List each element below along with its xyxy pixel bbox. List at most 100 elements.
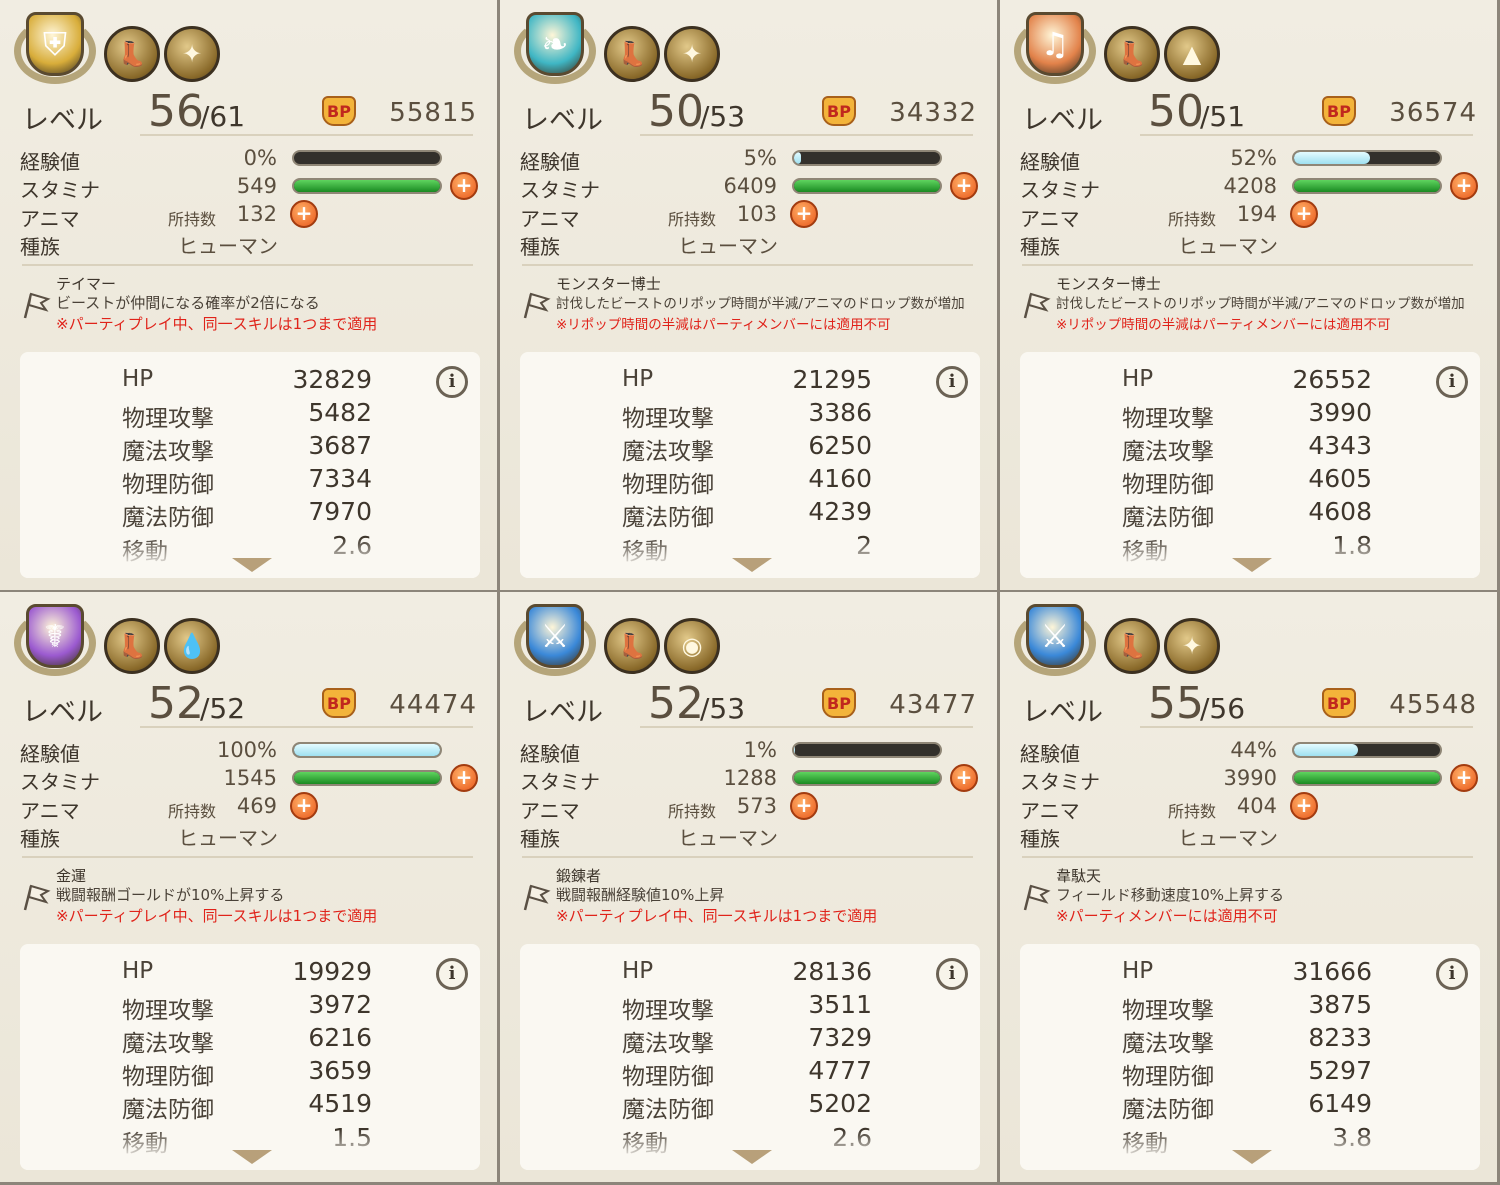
stats-box[interactable]: i HP 26552 物理攻撃 3990 魔法攻撃 4343 物理防御 4605 魔法防御 460… [1020,352,1480,578]
flag-icon [23,292,51,319]
compass-medal-icon[interactable]: ✦ [664,26,720,82]
chevron-down-icon[interactable] [232,1150,272,1164]
job-badge[interactable]: ⛨ [12,8,98,88]
chevron-down-icon[interactable] [1232,558,1272,572]
exp-bar [292,150,442,166]
stats-box[interactable]: i HP 28136 物理攻撃 3511 魔法攻撃 7329 物理防御 4777 魔法防御 520… [520,944,980,1170]
anima-plus-button[interactable]: + [290,792,318,820]
boot-icon[interactable]: 👢 [1104,618,1160,674]
stamina-plus-button[interactable]: + [950,764,978,792]
boot-icon[interactable]: 👢 [604,618,660,674]
sword-crest-icon: ⚔ [1026,604,1084,668]
stat-value: 8233 [1308,1023,1372,1052]
stamina-value: 4208 [1223,174,1277,198]
gold-helm-icon[interactable]: ▲ [1164,26,1220,82]
stats-box[interactable]: i HP 19929 物理攻撃 3972 魔法攻撃 6216 物理防御 3659 魔法防御 451… [20,944,480,1170]
stat-name: HP [1122,958,1154,984]
level-label: レベル [1022,697,1103,728]
level-label: レベル [1022,105,1103,136]
stat-value: 5297 [1308,1056,1372,1085]
stamina-plus-button[interactable]: + [950,172,978,200]
skill-name: 金運 [56,867,87,885]
battle-power-value: 44474 [389,690,477,720]
skill-name: モンスター博士 [1056,275,1161,293]
stat-name: 物理攻撃 [122,406,214,432]
race-value: ヒューマン [678,234,778,258]
anima-owned-value: 404 [1236,794,1277,818]
skill-note: ※パーティメンバーには適用不可 [1056,907,1278,925]
skill-note: ※パーティプレイ中、同一スキルは1つまで適用 [556,907,878,925]
level-max: /61 [200,100,246,133]
compass-medal-icon[interactable]: ✦ [164,26,220,82]
job-badge[interactable]: ⚔ [1012,600,1098,680]
stamina-bar-fill [294,180,440,192]
boot-icon[interactable]: 👢 [604,26,660,82]
anima-plus-button[interactable]: + [1290,792,1318,820]
job-badge[interactable]: ⚔ [512,600,598,680]
stat-name: 魔法攻撃 [1122,1031,1214,1057]
stat-name: 魔法攻撃 [122,1031,214,1057]
job-badge[interactable]: ❧ [512,8,598,88]
bp-icon: BP [322,688,356,718]
stats-box[interactable]: i HP 32829 物理攻撃 5482 魔法攻撃 3687 物理防御 7334 魔法防御 797… [20,352,480,578]
job-badge[interactable]: ♫ [1012,8,1098,88]
divider [22,264,473,266]
info-icon[interactable]: i [936,366,968,398]
chevron-down-icon[interactable] [732,558,772,572]
boot-icon[interactable]: 👢 [104,618,160,674]
info-icon[interactable]: i [936,958,968,990]
stat-name: 物理攻撃 [622,998,714,1024]
stamina-plus-button[interactable]: + [1450,764,1478,792]
divider [640,134,973,136]
stats-box[interactable]: i HP 31666 物理攻撃 3875 魔法攻撃 8233 物理防御 5297 魔法防御 614… [1020,944,1480,1170]
info-icon[interactable]: i [436,958,468,990]
stamina-value: 3990 [1223,766,1277,790]
level-current: 52 [648,678,704,729]
stat-value: 5202 [808,1089,872,1118]
anima-plus-button[interactable]: + [790,200,818,228]
stat-name: HP [122,958,154,984]
water-drop-icon[interactable]: 💧 [164,618,220,674]
level-current: 50 [1148,86,1204,137]
stamina-plus-button[interactable]: + [1450,172,1478,200]
anima-plus-button[interactable]: + [790,792,818,820]
character-card: ❧ 👢 ✦ レベル 50 /53 BP 34332 経験値 5% スタミナ 64… [500,0,997,590]
stamina-plus-button[interactable]: + [450,172,478,200]
stat-value: 4777 [808,1056,872,1085]
job-badge[interactable]: ☤ [12,600,98,680]
skill-note: ※パーティプレイ中、同一スキルは1つまで適用 [56,315,378,333]
anima-plus-button[interactable]: + [290,200,318,228]
exp-bar-fill [1294,152,1370,164]
boot-icon[interactable]: 👢 [1104,26,1160,82]
info-icon[interactable]: i [1436,366,1468,398]
anima-plus-button[interactable]: + [1290,200,1318,228]
level-max: /52 [200,692,246,725]
divider [1140,134,1473,136]
level-max: /53 [700,692,746,725]
stamina-value: 549 [236,174,277,198]
anima-owned-value: 194 [1236,202,1277,226]
boot-icon[interactable]: 👢 [104,26,160,82]
stats-box[interactable]: i HP 21295 物理攻撃 3386 魔法攻撃 6250 物理防御 4160 魔法防御 423… [520,352,980,578]
bp-icon: BP [1322,96,1356,126]
stat-name: 物理攻撃 [622,406,714,432]
anima-owned-value: 132 [236,202,277,226]
character-grid: ⛨ 👢 ✦ レベル 56 /61 BP 55815 経験値 0% スタミナ 54… [0,0,1500,1185]
level-label: レベル [22,105,103,136]
skill-description: 討伐したビーストのリポップ時間が半減/アニマのドロップ数が増加 [556,296,965,312]
stat-value: 6149 [1308,1089,1372,1118]
chevron-down-icon[interactable] [1232,1150,1272,1164]
chevron-down-icon[interactable] [732,1150,772,1164]
skill-name: 鍛錬者 [556,867,602,885]
bp-icon: BP [822,96,856,126]
owned-label: 所持数 [668,210,717,229]
exp-value: 44% [1230,738,1277,762]
chevron-down-icon[interactable] [232,558,272,572]
stamina-bar-fill [794,772,940,784]
info-icon[interactable]: i [436,366,468,398]
info-icon[interactable]: i [1436,958,1468,990]
stat-name: 物理攻撃 [1122,998,1214,1024]
stamina-plus-button[interactable]: + [450,764,478,792]
evil-eye-icon[interactable]: ◉ [664,618,720,674]
compass-medal-icon[interactable]: ✦ [1164,618,1220,674]
